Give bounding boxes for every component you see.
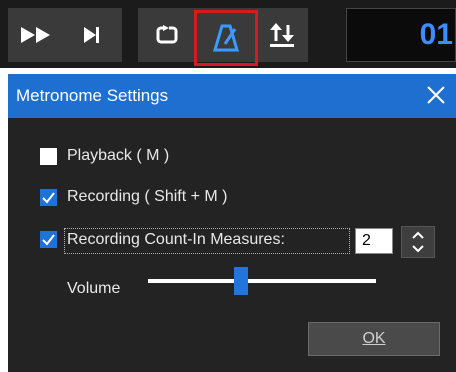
count-in-label: Recording Count-In Measures: [67, 231, 285, 248]
count-in-spinner[interactable] [401, 226, 435, 258]
loop-button[interactable] [142, 8, 192, 62]
punch-arrows-icon [270, 23, 294, 47]
ok-label: OK [362, 330, 386, 347]
close-icon [427, 86, 445, 104]
loop-icon [156, 25, 178, 44]
dialog-title: Metronome Settings [16, 86, 169, 105]
recording-label: Recording ( Shift + M ) [67, 188, 228, 205]
spin-arrows-icon [412, 231, 424, 253]
volume-slider-track[interactable] [148, 279, 376, 283]
close-button[interactable] [424, 82, 448, 108]
skip-to-end-icon [84, 27, 99, 43]
volume-slider-thumb[interactable] [234, 267, 248, 295]
fast-forward-button[interactable] [12, 8, 62, 62]
playback-checkbox[interactable] [40, 148, 57, 165]
recording-checkbox[interactable] [40, 189, 57, 206]
position-counter: 01 [346, 8, 456, 62]
fast-forward-icon [21, 27, 50, 43]
metronome-button[interactable] [194, 10, 258, 66]
playback-label: Playback ( M ) [67, 147, 170, 164]
ok-button[interactable]: OK [308, 322, 440, 356]
volume-label: Volume [67, 280, 121, 297]
count-in-checkbox[interactable] [40, 231, 57, 248]
metronome-icon [213, 24, 239, 52]
checkmark-icon [42, 234, 55, 246]
skip-to-end-button[interactable] [68, 8, 114, 62]
punch-button[interactable] [260, 8, 304, 62]
count-in-measures-input[interactable]: 2 [355, 228, 393, 254]
checkmark-icon [42, 192, 55, 204]
